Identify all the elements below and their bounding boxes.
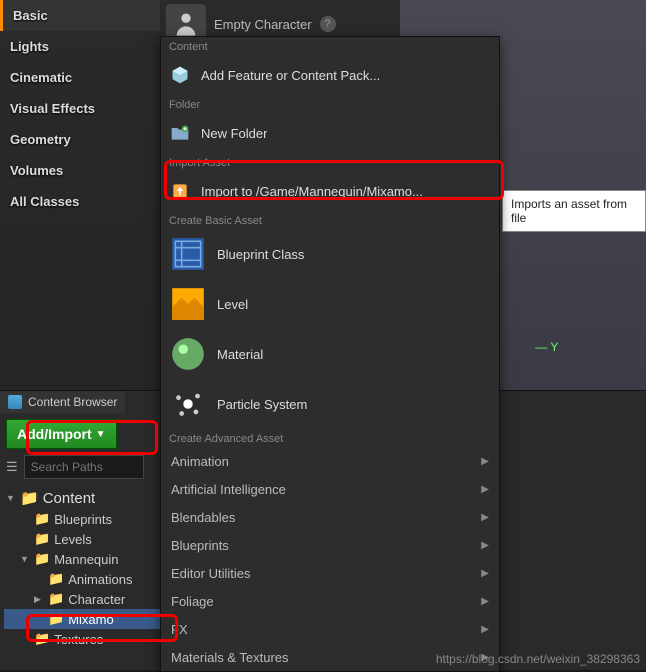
category-lights[interactable]: Lights (0, 31, 160, 62)
menu-add-feature[interactable]: Add Feature or Content Pack... (161, 55, 499, 95)
menu-level[interactable]: Level (161, 279, 499, 329)
menu-label: Blueprint Class (217, 247, 304, 262)
tree-item-levels[interactable]: 📁Levels (4, 529, 176, 549)
category-visual-effects[interactable]: Visual Effects (0, 93, 160, 124)
menu-label: Foliage (171, 594, 214, 609)
section-import-asset-label: Import Asset (161, 153, 499, 171)
new-folder-icon (169, 122, 191, 144)
section-create-basic-label: Create Basic Asset (161, 211, 499, 229)
blueprint-icon (169, 235, 207, 273)
tree-item-textures[interactable]: 📁Textures (4, 629, 176, 649)
chevron-right-icon: ▶ (481, 568, 489, 579)
category-all-classes[interactable]: All Classes (0, 186, 160, 217)
context-menu: Content Add Feature or Content Pack... F… (160, 36, 500, 672)
chevron-right-icon: ▶ (481, 540, 489, 551)
class-label: Empty Character (214, 17, 312, 32)
search-paths-input[interactable] (24, 455, 144, 479)
menu-label: Artificial Intelligence (171, 482, 286, 497)
category-volumes[interactable]: Volumes (0, 155, 160, 186)
menu-animation[interactable]: Animation ▶ (161, 447, 499, 475)
tree-item-mannequin[interactable]: ▼📁Mannequin (4, 549, 176, 569)
menu-editor-utilities[interactable]: Editor Utilities ▶ (161, 559, 499, 587)
menu-label: New Folder (201, 126, 267, 141)
filter-icon[interactable]: ☰ (6, 459, 18, 475)
button-label: Add/Import (17, 426, 92, 442)
chevron-right-icon: ▶ (481, 596, 489, 607)
menu-import-to[interactable]: Import to /Game/Mannequin/Mixamo... (161, 171, 499, 211)
tree-item-animations[interactable]: 📁Animations (4, 569, 176, 589)
category-geometry[interactable]: Geometry (0, 124, 160, 155)
material-icon (169, 335, 207, 373)
watermark: https://blog.csdn.net/weixin_38298363 (436, 652, 640, 666)
chevron-right-icon: ▶ (481, 624, 489, 635)
menu-foliage[interactable]: Foliage ▶ (161, 587, 499, 615)
tree-root-content[interactable]: ▼📁Content (4, 487, 176, 509)
section-content-label: Content (161, 37, 499, 55)
section-folder-label: Folder (161, 95, 499, 113)
category-cinematic[interactable]: Cinematic (0, 62, 160, 93)
section-create-advanced-label: Create Advanced Asset (161, 429, 499, 447)
category-basic[interactable]: Basic (0, 0, 160, 31)
chevron-right-icon: ▶ (481, 484, 489, 495)
chevron-right-icon: ▶ (481, 456, 489, 467)
menu-label: Editor Utilities (171, 566, 250, 581)
menu-label: Import to /Game/Mannequin/Mixamo... (201, 184, 423, 199)
menu-label: Materials & Textures (171, 650, 289, 665)
tree-item-character[interactable]: ▶📁Character (4, 589, 176, 609)
menu-ai[interactable]: Artificial Intelligence ▶ (161, 475, 499, 503)
level-icon (169, 285, 207, 323)
menu-blueprints-adv[interactable]: Blueprints ▶ (161, 531, 499, 559)
menu-blueprint-class[interactable]: Blueprint Class (161, 229, 499, 279)
package-icon (169, 64, 191, 86)
particle-icon (169, 385, 207, 423)
menu-label: Blendables (171, 510, 235, 525)
menu-fx[interactable]: FX ▶ (161, 615, 499, 643)
menu-label: FX (171, 622, 188, 637)
menu-material[interactable]: Material (161, 329, 499, 379)
import-icon (169, 180, 191, 202)
axis-y-label: — Y (535, 340, 558, 354)
add-import-button[interactable]: Add/Import ▼ (6, 419, 117, 449)
menu-blendables[interactable]: Blendables ▶ (161, 503, 499, 531)
content-browser-tab[interactable]: Content Browser (0, 391, 125, 413)
tree-item-blueprints[interactable]: 📁Blueprints (4, 509, 176, 529)
menu-new-folder[interactable]: New Folder (161, 113, 499, 153)
menu-particle-system[interactable]: Particle System (161, 379, 499, 429)
menu-label: Animation (171, 454, 229, 469)
folder-tree: ▼📁Content 📁Blueprints 📁Levels ▼📁Mannequi… (0, 483, 180, 653)
menu-label: Particle System (217, 397, 307, 412)
content-browser-icon (8, 395, 22, 409)
menu-label: Material (217, 347, 263, 362)
category-list: Basic Lights Cinematic Visual Effects Ge… (0, 0, 160, 217)
help-icon[interactable]: ? (320, 16, 336, 32)
chevron-right-icon: ▶ (481, 512, 489, 523)
chevron-down-icon: ▼ (96, 429, 106, 440)
menu-label: Blueprints (171, 538, 229, 553)
tooltip-import: Imports an asset from file (502, 190, 646, 232)
tab-label: Content Browser (28, 395, 117, 409)
menu-label: Add Feature or Content Pack... (201, 68, 380, 83)
tree-item-mixamo[interactable]: 📁Mixamo (4, 609, 176, 629)
menu-label: Level (217, 297, 248, 312)
